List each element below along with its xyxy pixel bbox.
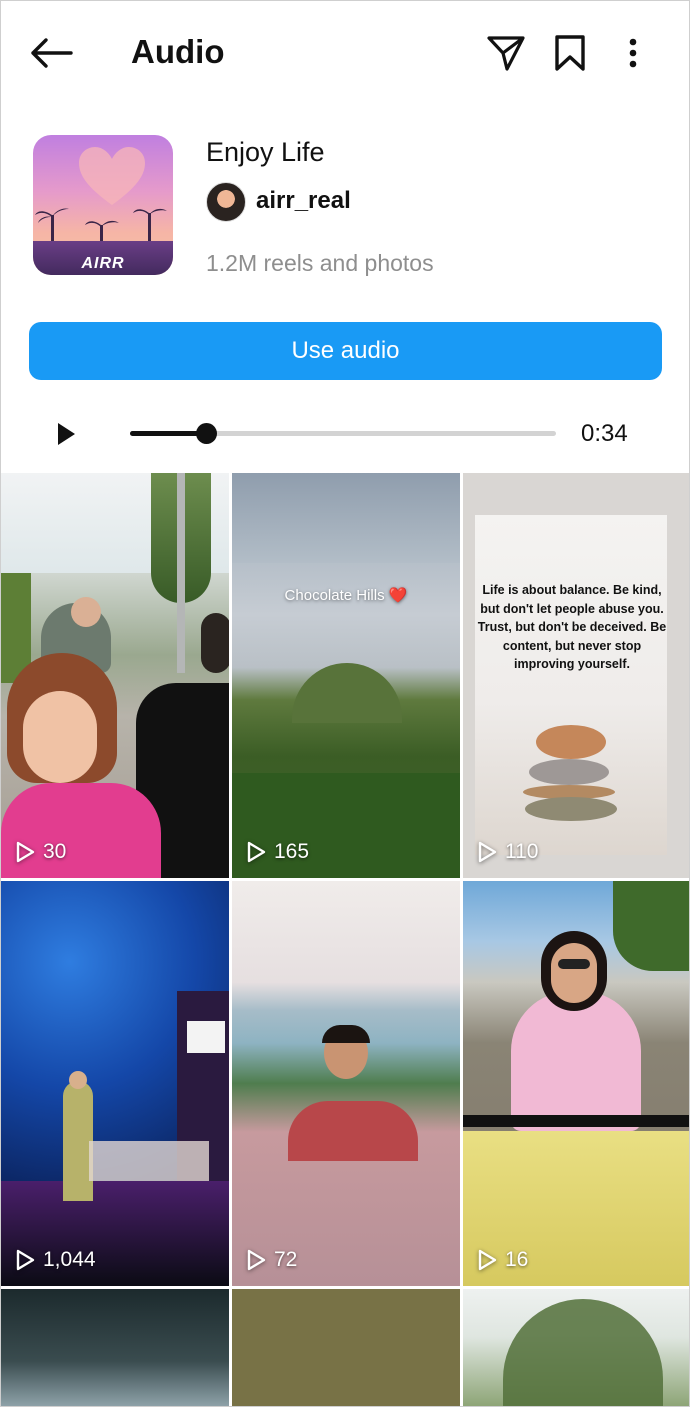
share-button[interactable] (481, 29, 531, 77)
audio-progress-fill (130, 431, 207, 436)
cover-logo-text: AIRR (81, 255, 125, 272)
play-button[interactable] (51, 419, 81, 449)
view-count-label: 110 (505, 840, 539, 863)
view-count-label: 72 (274, 1248, 298, 1271)
audio-cover-art: AIRR (33, 135, 173, 275)
view-count: 30 (15, 840, 66, 864)
page-title: Audio (131, 33, 225, 70)
audio-title: Enjoy Life (206, 137, 325, 167)
reel-thumbnail-2[interactable]: Chocolate Hills ❤️ 165 (232, 473, 460, 878)
view-count-label: 16 (505, 1248, 529, 1271)
play-outline-icon (478, 1249, 497, 1271)
audio-scrubber-handle[interactable] (196, 423, 218, 444)
audio-page: Audio AIRR Enjoy Life airr_real 1.2M ree… (0, 0, 690, 1407)
back-button[interactable] (23, 29, 79, 77)
use-audio-button[interactable]: Use audio (29, 322, 662, 380)
reel-thumbnail-1[interactable]: 30 (1, 473, 229, 878)
view-count-label: 165 (274, 840, 310, 863)
view-count: 110 (477, 840, 538, 864)
reel-thumbnail-8[interactable] (232, 1289, 460, 1406)
reel-caption: Chocolate Hills ❤️ (284, 587, 408, 604)
play-outline-icon (247, 1249, 266, 1271)
reel-thumbnail-3[interactable]: Life is about balance. Be kind, but don'… (463, 473, 689, 878)
play-outline-icon (247, 841, 266, 863)
artist-username[interactable]: airr_real (256, 185, 351, 217)
audio-duration: 0:34 (581, 420, 628, 447)
reel-thumbnail-6[interactable]: 16 (463, 881, 689, 1286)
view-count: 1,044 (15, 1248, 96, 1272)
send-icon (487, 36, 525, 71)
play-outline-icon (16, 1249, 35, 1271)
reel-thumbnail-5[interactable]: 72 (232, 881, 460, 1286)
quote-text: Life is about balance. Be kind, but don'… (477, 583, 667, 671)
view-count-label: 1,044 (43, 1248, 96, 1271)
save-button[interactable] (547, 29, 593, 77)
back-arrow-icon (31, 38, 73, 68)
play-icon (58, 423, 75, 445)
view-count: 165 (246, 840, 309, 864)
reel-thumbnail-4[interactable]: 1,044 (1, 881, 229, 1286)
more-options-button[interactable] (613, 29, 653, 77)
view-count: 16 (477, 1248, 528, 1272)
reels-count: 1.2M reels and photos (206, 250, 434, 276)
play-outline-icon (478, 841, 497, 863)
play-outline-icon (16, 841, 35, 863)
bookmark-icon (555, 35, 585, 71)
artist-avatar[interactable] (206, 182, 246, 222)
reel-thumbnail-9[interactable] (463, 1289, 689, 1406)
reel-thumbnail-7[interactable] (1, 1289, 229, 1406)
more-vertical-icon (629, 38, 637, 68)
top-bar: Audio (1, 1, 689, 105)
view-count: 72 (246, 1248, 297, 1272)
audio-progress-track[interactable] (130, 431, 556, 436)
view-count-label: 30 (43, 840, 67, 863)
